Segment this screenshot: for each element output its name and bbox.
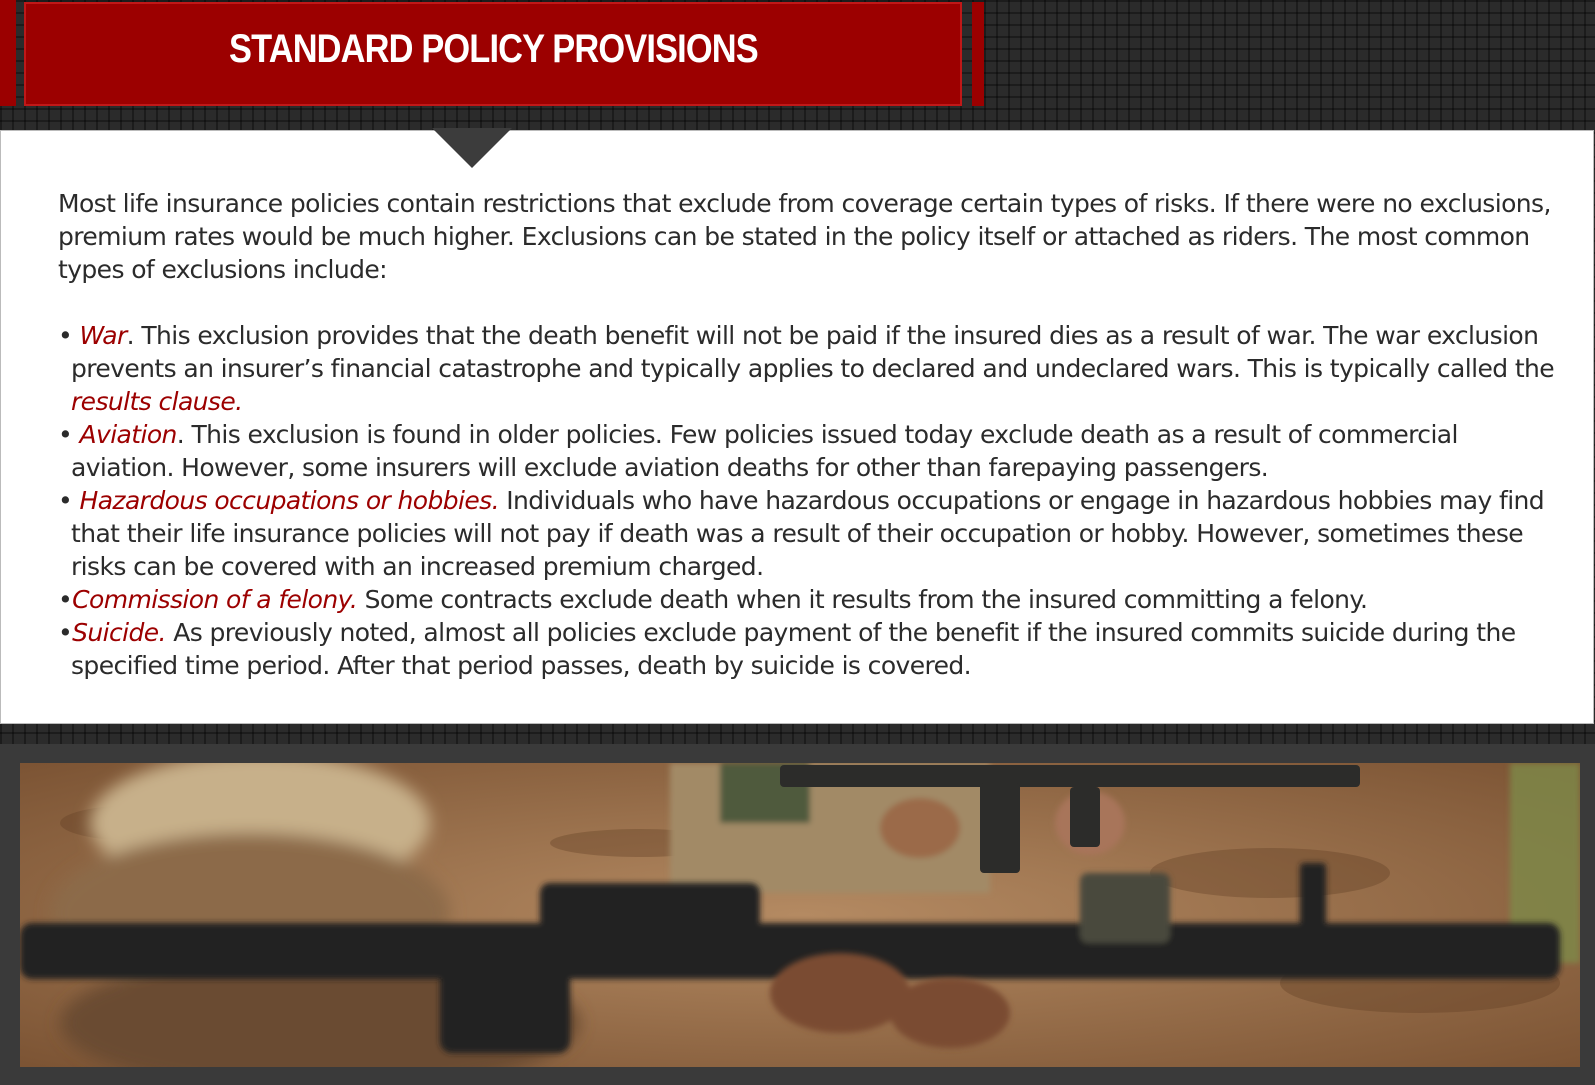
- intro-paragraph: Most life insurance policies contain res…: [58, 189, 1551, 284]
- exclusion-term: Hazardous occupations or hobbies.: [79, 486, 500, 515]
- exclusion-felony: •Commission of a felony. Some contracts …: [58, 583, 1558, 616]
- bullet: •: [58, 585, 73, 614]
- header-banner: STANDARD POLICY PROVISIONS: [24, 2, 962, 106]
- bullet: •: [58, 486, 73, 515]
- bullet: •: [58, 618, 73, 647]
- exclusion-text: . This exclusion is found in older polic…: [71, 420, 1458, 482]
- exclusion-suicide: •Suicide. As previously noted, almost al…: [58, 616, 1558, 682]
- exclusion-war: • War. This exclusion provides that the …: [58, 319, 1558, 418]
- exclusion-term: Suicide.: [72, 618, 166, 647]
- exclusion-text: Some contracts exclude death when it res…: [357, 585, 1368, 614]
- soldiers-rifle-image: [20, 763, 1580, 1067]
- content-body: Most life insurance policies contain res…: [58, 187, 1558, 682]
- soldiers-photo: [20, 763, 1580, 1067]
- content-card: Most life insurance policies contain res…: [0, 130, 1594, 724]
- exclusion-term: Aviation: [79, 420, 178, 449]
- page-title: STANDARD POLICY PROVISIONS: [228, 26, 759, 71]
- exclusion-aviation: • Aviation. This exclusion is found in o…: [58, 418, 1558, 484]
- banner-pointer: [432, 128, 512, 168]
- exclusion-text: As previously noted, almost all policies…: [71, 618, 1516, 680]
- banner-edge-left: [0, 0, 16, 106]
- results-clause: results clause.: [71, 387, 243, 416]
- bullet: •: [58, 420, 73, 449]
- exclusion-term: War: [79, 321, 128, 350]
- exclusion-term: Commission of a felony.: [72, 585, 358, 614]
- exclusion-text: . This exclusion provides that the death…: [71, 321, 1555, 383]
- banner-edge-right: [972, 2, 984, 106]
- exclusion-hazardous: • Hazardous occupations or hobbies. Indi…: [58, 484, 1558, 583]
- bullet: •: [58, 321, 73, 350]
